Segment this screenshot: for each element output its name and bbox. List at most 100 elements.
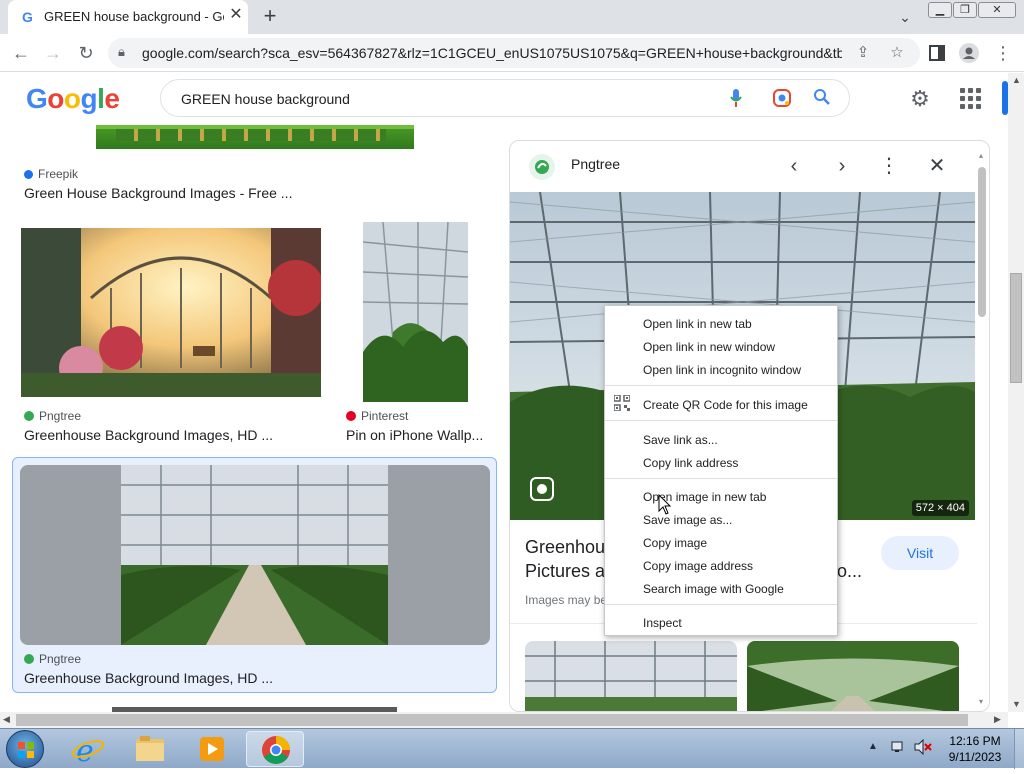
panel-title-line1[interactable]: Greenhou bbox=[525, 537, 605, 558]
address-bar[interactable]: 🔒︎ google.com/search?sca_esv=564367827&r… bbox=[108, 38, 920, 68]
clock-time: 12:16 PM bbox=[949, 734, 1001, 748]
close-tab-icon[interactable]: ✕ bbox=[227, 6, 245, 24]
menu-item-copy-link-address[interactable]: Copy link address bbox=[643, 456, 738, 470]
result-source: Freepik bbox=[24, 167, 78, 181]
close-icon[interactable]: ✕ bbox=[923, 153, 951, 179]
settings-gear-icon[interactable]: ⚙ bbox=[907, 86, 933, 112]
result-thumbnail[interactable] bbox=[363, 222, 468, 402]
menu-separator bbox=[605, 478, 837, 479]
volume-muted-icon[interactable] bbox=[914, 738, 932, 756]
forward-arrow-icon[interactable]: → bbox=[40, 40, 66, 66]
panel-scrollbar[interactable]: ▴ ▾ bbox=[977, 152, 987, 709]
result-source: Pinterest bbox=[346, 409, 408, 423]
internet-explorer-icon[interactable]: e bbox=[62, 731, 114, 769]
result-thumbnail[interactable] bbox=[96, 125, 414, 149]
result-title[interactable]: Green House Background Images - Free ... bbox=[24, 185, 324, 201]
menu-item-inspect[interactable]: Inspect bbox=[643, 616, 682, 630]
browser-toolbar: ← → ↻ 🔒︎ google.com/search?sca_esv=56436… bbox=[0, 34, 1024, 72]
menu-item-open-link-new-tab[interactable]: Open link in new tab bbox=[643, 317, 752, 331]
menu-item-save-link-as[interactable]: Save link as... bbox=[643, 433, 718, 447]
tab-strip: G GREEN house background - Goo ✕ + ⌄ ▁ ❐… bbox=[0, 0, 1024, 34]
result-title[interactable]: Pin on iPhone Wallp... bbox=[346, 427, 486, 443]
next-icon[interactable]: › bbox=[828, 153, 856, 179]
related-image-thumbnail[interactable] bbox=[525, 641, 737, 711]
show-hidden-icons-icon[interactable]: ▲ bbox=[868, 741, 878, 752]
visit-button[interactable]: Visit bbox=[881, 536, 959, 570]
pinterest-logo-icon bbox=[346, 411, 356, 421]
result-thumbnail[interactable] bbox=[21, 228, 321, 397]
close-window-button[interactable]: ✕ bbox=[978, 2, 1016, 18]
page-vertical-scrollbar[interactable]: ▲ ▼ bbox=[1008, 73, 1024, 712]
url-text: google.com/search?sca_esv=564367827&rlz=… bbox=[142, 45, 842, 61]
menu-item-open-link-new-window[interactable]: Open link in new window bbox=[643, 340, 775, 354]
logo-letter: o bbox=[47, 83, 64, 114]
network-icon[interactable] bbox=[890, 739, 906, 755]
media-player-icon[interactable] bbox=[186, 731, 238, 767]
google-apps-icon[interactable] bbox=[958, 86, 984, 112]
source-name: Pinterest bbox=[361, 409, 409, 423]
chrome-taskbar-button[interactable] bbox=[246, 731, 304, 767]
menu-separator bbox=[605, 385, 837, 386]
back-arrow-icon[interactable]: ← bbox=[8, 40, 34, 66]
tab-title: GREEN house background - Goo bbox=[44, 9, 224, 24]
menu-item-open-link-incognito[interactable]: Open link in incognito window bbox=[643, 363, 801, 377]
chrome-menu-icon[interactable]: ⋮ bbox=[990, 40, 1016, 66]
minimize-button[interactable]: ▁ bbox=[928, 2, 952, 18]
result-source: Pngtree bbox=[24, 652, 81, 666]
search-input[interactable]: GREEN house background bbox=[160, 79, 850, 117]
panel-title-line2[interactable]: Pictures a bbox=[525, 561, 605, 582]
pngtree-logo-icon bbox=[24, 411, 34, 421]
visual-search-lens-icon[interactable] bbox=[530, 477, 554, 501]
related-image-thumbnail[interactable] bbox=[747, 641, 959, 711]
mic-icon[interactable] bbox=[725, 88, 747, 110]
maximize-button[interactable]: ❐ bbox=[953, 2, 977, 18]
result-title[interactable]: Greenhouse Background Images, HD ... bbox=[24, 427, 324, 443]
menu-item-create-qr-code[interactable]: Create QR Code for this image bbox=[643, 398, 808, 412]
pngtree-logo-icon bbox=[529, 154, 555, 180]
side-panel-icon[interactable] bbox=[924, 40, 950, 66]
qr-code-icon bbox=[613, 394, 631, 412]
lock-icon: 🔒︎ bbox=[118, 44, 125, 59]
selected-result-card[interactable]: Pngtree Greenhouse Background Images, HD… bbox=[12, 457, 497, 693]
tab-active[interactable]: G GREEN house background - Goo ✕ bbox=[8, 0, 248, 34]
logo-letter: G bbox=[26, 83, 48, 114]
mouse-cursor-icon bbox=[658, 494, 672, 515]
previous-icon[interactable]: ‹ bbox=[780, 153, 808, 179]
pngtree-logo-icon bbox=[24, 654, 34, 664]
profile-avatar-icon[interactable] bbox=[956, 40, 982, 66]
source-name: Freepik bbox=[38, 167, 79, 181]
panel-source-name[interactable]: Pngtree bbox=[571, 156, 620, 172]
file-explorer-icon[interactable] bbox=[124, 731, 176, 767]
google-logo[interactable]: Google bbox=[26, 83, 120, 115]
context-menu: Open link in new tab Open link in new wi… bbox=[604, 305, 838, 636]
menu-item-copy-image-address[interactable]: Copy image address bbox=[643, 559, 753, 573]
image-results-grid: Freepik Green House Background Images - … bbox=[0, 125, 505, 712]
start-button[interactable] bbox=[6, 730, 44, 768]
source-name: Pngtree bbox=[39, 652, 82, 666]
menu-item-copy-image[interactable]: Copy image bbox=[643, 536, 707, 550]
bookmark-star-icon[interactable]: ☆ bbox=[886, 42, 908, 64]
windows-taskbar: e ▲ 12:16 PM 9/11/2023 bbox=[0, 728, 1024, 769]
menu-item-save-image-as[interactable]: Save image as... bbox=[643, 513, 732, 527]
image-dimensions: 572 × 404 bbox=[911, 500, 969, 516]
logo-letter: g bbox=[80, 83, 98, 114]
show-desktop-button[interactable] bbox=[1014, 729, 1024, 769]
copyright-notice: Images may be bbox=[525, 593, 608, 607]
reload-icon[interactable]: ↻ bbox=[73, 40, 99, 66]
system-clock[interactable]: 12:16 PM 9/11/2023 bbox=[940, 733, 1010, 765]
more-options-icon[interactable]: ⋮ bbox=[875, 153, 903, 179]
result-title[interactable]: Greenhouse Background Images, HD ... bbox=[24, 670, 324, 686]
page-horizontal-scrollbar[interactable]: ◀ ▶ bbox=[0, 712, 1008, 728]
new-tab-button[interactable]: + bbox=[258, 4, 282, 28]
search-icon[interactable] bbox=[811, 88, 833, 110]
google-lens-icon[interactable] bbox=[771, 88, 793, 110]
tab-search-chevron-icon[interactable]: ⌄ bbox=[894, 6, 916, 28]
panel-title-tail[interactable]: o... bbox=[837, 561, 862, 582]
google-header: Google GREEN house background ⚙ bbox=[0, 73, 1010, 125]
result-thumbnail[interactable] bbox=[20, 465, 490, 645]
share-icon[interactable]: ⇪ bbox=[852, 42, 874, 64]
search-query: GREEN house background bbox=[181, 91, 350, 107]
freepik-logo-icon bbox=[24, 170, 33, 179]
clock-date: 9/11/2023 bbox=[948, 750, 1002, 764]
menu-item-search-image-google[interactable]: Search image with Google bbox=[643, 582, 784, 596]
